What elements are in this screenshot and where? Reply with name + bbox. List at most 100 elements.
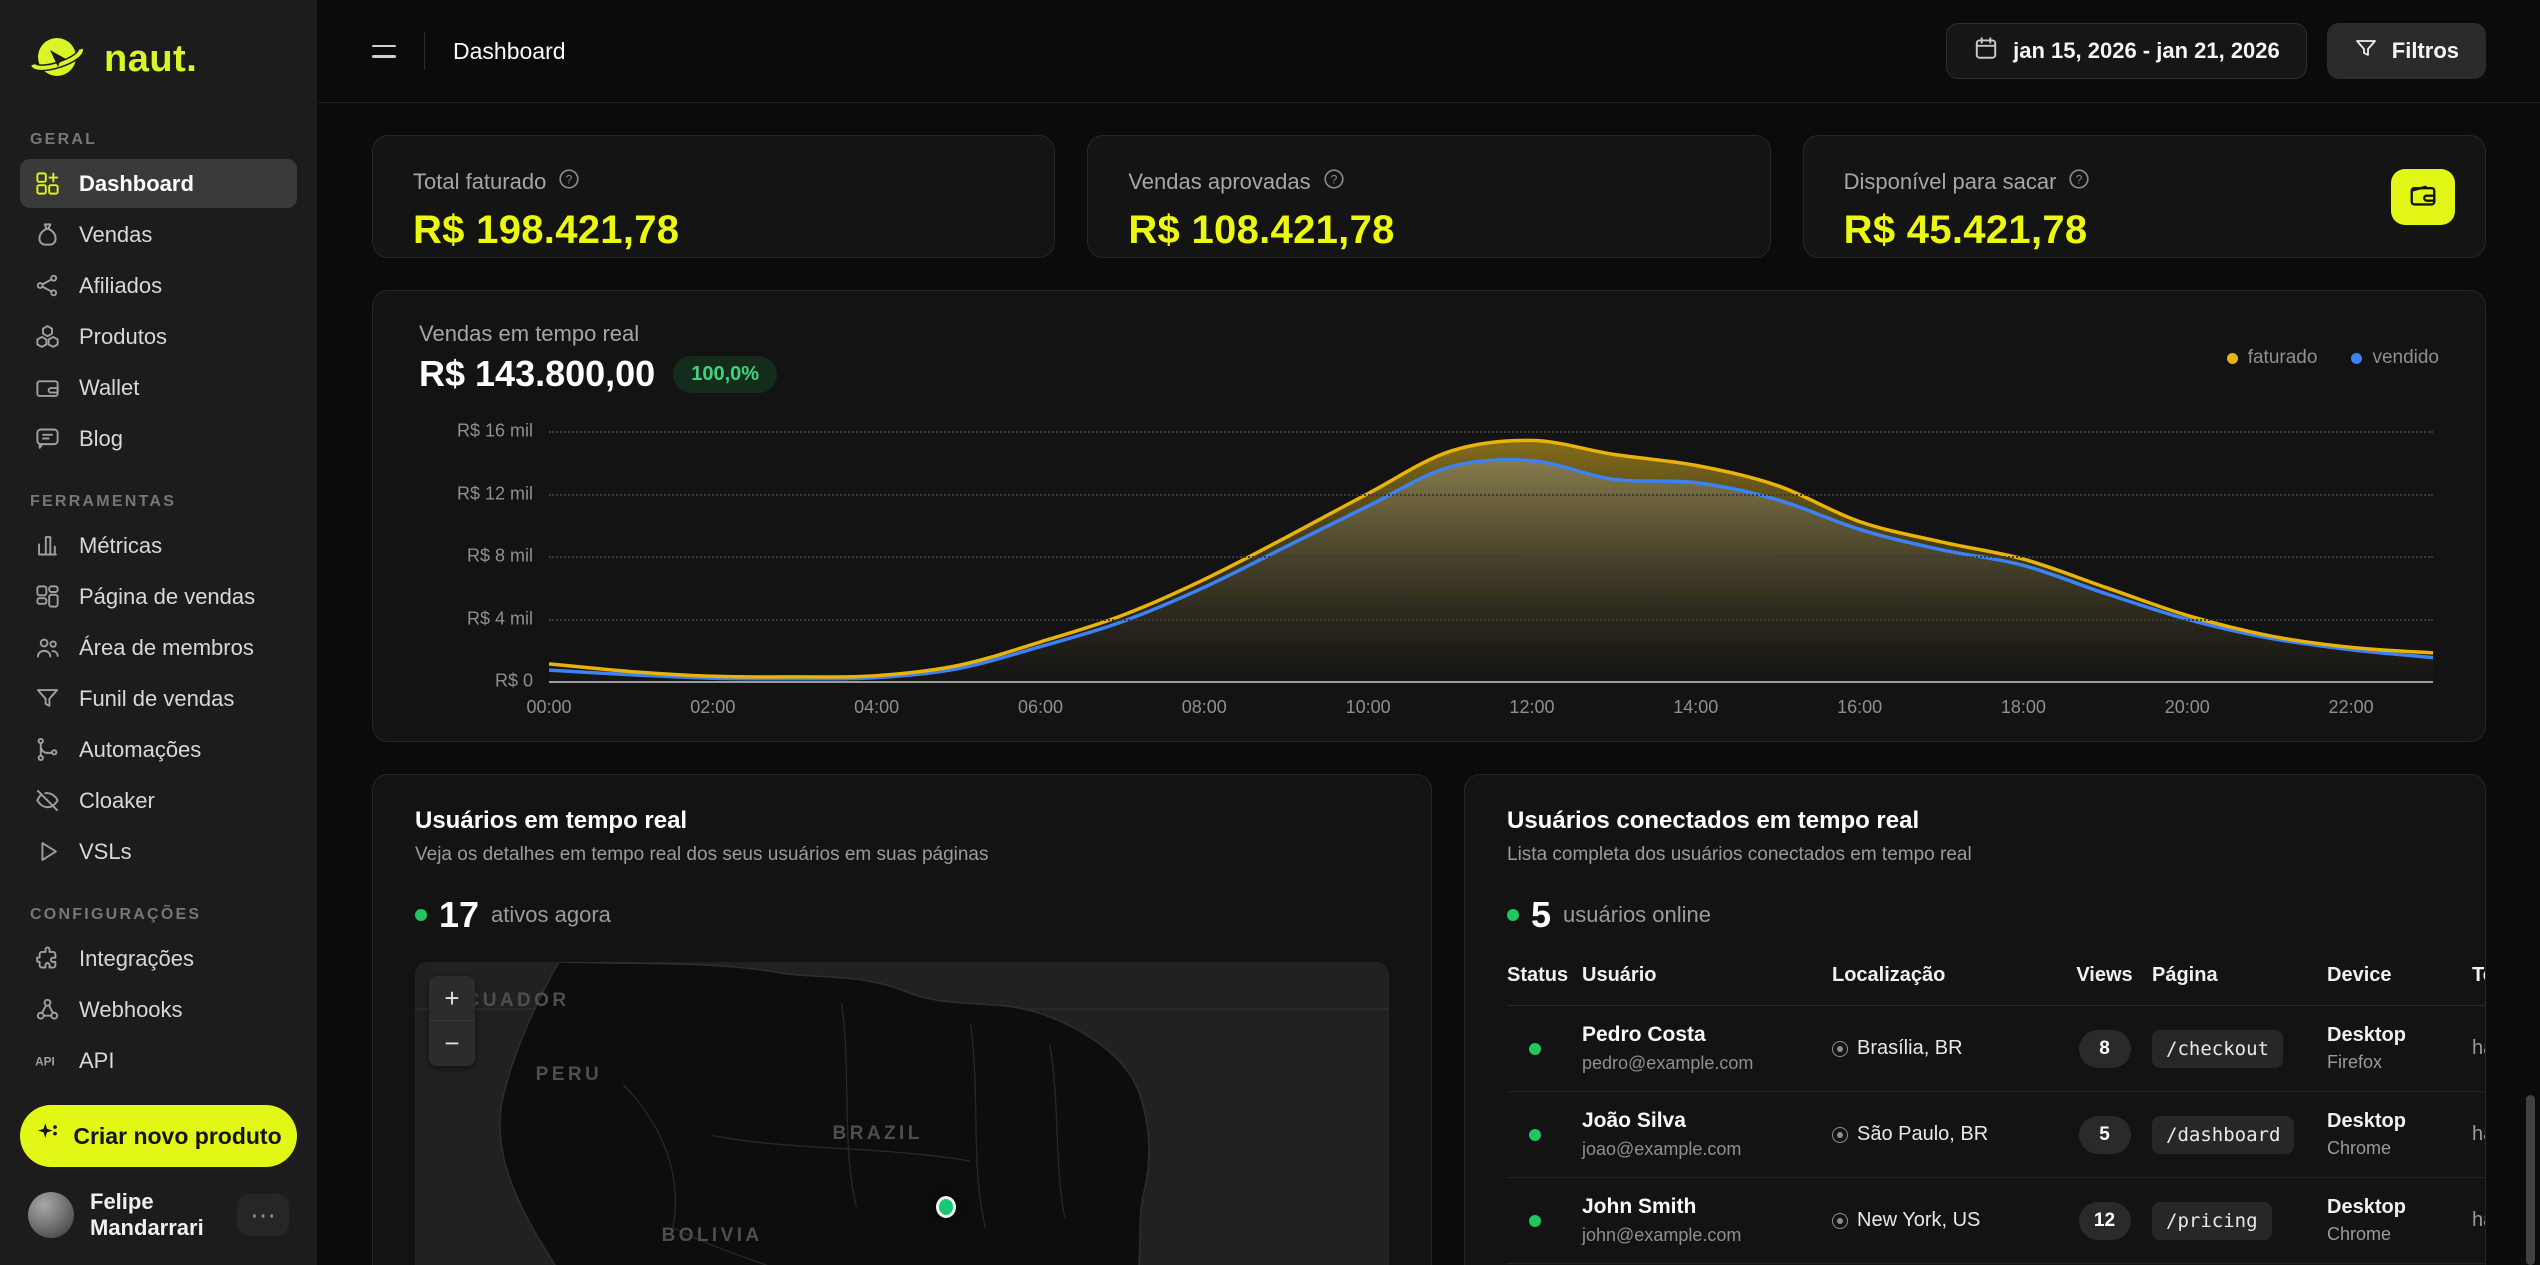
brand-logo[interactable]: naut. [20,26,297,101]
y-axis-tick: R$ 8 mil [467,546,533,567]
x-axis-tick: 00:00 [526,697,571,718]
online-count: 5 [1531,894,1551,936]
column-header: Página [2152,964,2327,987]
x-axis-tick: 08:00 [1182,697,1227,718]
sidebar-item-automacoes[interactable]: Automações [20,725,297,774]
device-browser: Firefox [2327,1052,2472,1073]
table-row: John Smithjohn@example.com New York, US … [1507,1178,2486,1264]
help-icon[interactable]: ? [1323,168,1345,196]
page-title: Dashboard [453,38,566,65]
user-menu-button[interactable]: ⋯ [237,1194,289,1236]
x-axis-tick: 04:00 [854,697,899,718]
x-axis-tick: 02:00 [690,697,735,718]
vsls-icon [34,838,61,865]
top-bar: Dashboard jan 15, 2026 - jan 21, 2026 Fi… [318,0,2540,103]
help-icon[interactable]: ? [558,168,580,196]
withdraw-wallet-button[interactable] [2391,169,2455,225]
x-axis-tick: 20:00 [2165,697,2210,718]
views-badge: 12 [2079,1202,2131,1240]
device-browser: Chrome [2327,1224,2472,1245]
time-ago: há 8 [2472,1209,2486,1232]
legend-item-vendido[interactable]: vendido [2351,347,2439,369]
sidebar-item-area-de-membros[interactable]: Área de membros [20,623,297,672]
location-pin-icon [1832,1127,1848,1143]
filters-button[interactable]: Filtros [2327,23,2486,79]
help-icon[interactable]: ? [2068,168,2090,196]
nav-section-label: CONFIGURAÇÕES [30,906,287,924]
sidebar-item-metricas[interactable]: Métricas [20,521,297,570]
page-scrollbar[interactable] [2526,1095,2535,1265]
create-product-button[interactable]: Criar novo produto [20,1105,297,1167]
map-zoom-control: + − [429,976,475,1066]
user-location: São Paulo, BR [1857,1123,1988,1146]
online-dot [1507,909,1519,921]
stat-value: R$ 198.421,78 [413,208,1014,253]
user-name: Felipe Mandarrari [90,1189,221,1241]
legend-item-faturado[interactable]: faturado [2227,347,2318,369]
sidebar-item-produtos[interactable]: Produtos [20,312,297,361]
sidebar-toggle-icon[interactable] [372,45,396,58]
sidebar-item-blog[interactable]: Blog [20,414,297,463]
sidebar-item-funil-de-vendas[interactable]: Funil de vendas [20,674,297,723]
user-name: John Smith [1582,1195,1696,1218]
legend-dot [2227,353,2238,364]
divider [424,32,425,70]
time-ago: há 7 [2472,1123,2486,1146]
planet-logo-icon [28,28,90,91]
sidebar-item-wallet[interactable]: Wallet [20,363,297,412]
realtime-users-subtitle: Veja os detalhes em tempo real dos seus … [415,844,1389,866]
stat-value: R$ 45.421,78 [1844,208,2445,253]
user-profile[interactable]: Felipe Mandarrari ⋯ [20,1167,297,1241]
integracoes-icon [34,945,61,972]
app-root: naut. GERALDashboardVendasAfiliadosProdu… [0,0,2540,1265]
date-range-picker[interactable]: jan 15, 2026 - jan 21, 2026 [1946,23,2307,79]
user-location: New York, US [1857,1209,1980,1232]
x-axis-tick: 12:00 [1509,697,1554,718]
column-header: Usuário [1582,964,1832,987]
y-axis-tick: R$ 0 [495,671,533,692]
stat-cards: Total faturado ? R$ 198.421,78 Vendas ap… [372,135,2486,258]
sidebar-item-afiliados[interactable]: Afiliados [20,261,297,310]
sidebar-item-cloaker[interactable]: Cloaker [20,776,297,825]
column-header: Views [2057,964,2152,987]
column-header: Status [1507,964,1582,987]
chart-total-value: R$ 143.800,00 [419,353,655,395]
page-path-pill: /checkout [2152,1030,2283,1068]
status-online-dot [1529,1043,1541,1055]
metricas-icon [34,532,61,559]
sidebar-item-vsls[interactable]: VSLs [20,827,297,876]
time-ago: há 6 [2472,1037,2486,1060]
page-path-pill: /pricing [2152,1202,2272,1240]
gridline [549,681,2433,683]
stat-card-disponivel-sacar: Disponível para sacar ? R$ 45.421,78 [1803,135,2486,258]
sidebar-item-webhooks[interactable]: Webhooks [20,985,297,1034]
table-row: João Silvajoao@example.com São Paulo, BR… [1507,1092,2486,1178]
user-email: joao@example.com [1582,1139,1832,1160]
connected-users-subtitle: Lista completa dos usuários conectados e… [1507,844,2443,866]
sidebar-item-integracoes[interactable]: Integrações [20,934,297,983]
location-pin-icon [1832,1041,1848,1057]
user-location-marker[interactable] [936,1196,956,1218]
vendas-icon [34,221,61,248]
zoom-out-button[interactable]: − [429,1021,475,1066]
x-axis-tick: 16:00 [1837,697,1882,718]
table-row: Pedro Costapedro@example.com Brasília, B… [1507,1006,2486,1092]
sidebar-item-pagina-de-vendas[interactable]: Página de vendas [20,572,297,621]
svg-text:?: ? [566,172,573,186]
svg-text:API: API [35,1055,55,1069]
users-map[interactable]: ECUADORPERUBRAZILBOLIVIA + − [415,962,1389,1265]
sidebar-item-vendas[interactable]: Vendas [20,210,297,259]
main-area: Dashboard jan 15, 2026 - jan 21, 2026 Fi… [318,0,2540,1265]
x-axis-tick: 18:00 [2001,697,2046,718]
stat-card-vendas-aprovadas: Vendas aprovadas ? R$ 108.421,78 [1087,135,1770,258]
zoom-in-button[interactable]: + [429,976,475,1021]
cloaker-icon [34,787,61,814]
sidebar-item-api[interactable]: APIAPI [20,1036,297,1085]
automacoes-icon [34,736,61,763]
connected-users-table: StatusUsuárioLocalizaçãoViewsPáginaDevic… [1507,964,2486,1265]
views-badge: 8 [2079,1030,2131,1068]
table-header: StatusUsuárioLocalizaçãoViewsPáginaDevic… [1507,964,2486,1006]
avatar [28,1192,74,1238]
online-dot [415,909,427,921]
sidebar-item-dashboard[interactable]: Dashboard [20,159,297,208]
